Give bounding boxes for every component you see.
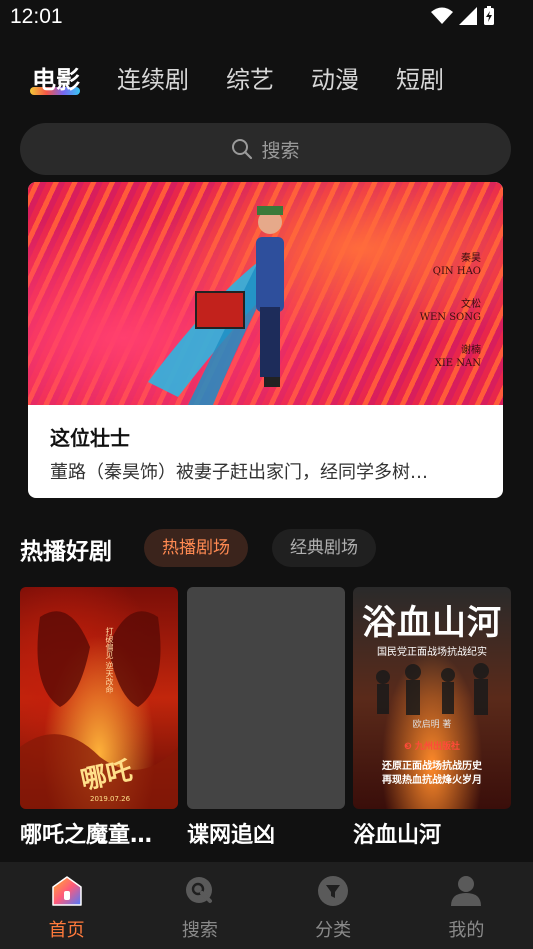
nav-label: 我的 — [448, 920, 485, 941]
status-icons — [431, 6, 495, 26]
nav-home[interactable]: 首页 — [0, 862, 133, 949]
nav-search[interactable]: 搜索 — [133, 862, 266, 949]
poster-publisher: ❸ 九州出版社 — [404, 742, 460, 752]
credit-name: QIN HAO — [432, 266, 481, 277]
poster-subtitle: 国民党正面战场抗战纪实 — [377, 647, 487, 658]
wifi-icon — [431, 7, 453, 24]
nav-label: 首页 — [48, 920, 85, 941]
profile-icon — [451, 876, 482, 906]
credit-name: XIE NAN — [434, 358, 481, 369]
poster-blurb: 还原正面战场抗战历史 — [382, 761, 482, 772]
poster-title: 浴血山河 — [362, 603, 502, 643]
banner-credits: 秦昊 QIN HAO 文松 WEN SONG 谢楠 XIE NAN — [420, 252, 481, 370]
drama-title: 浴血山河 — [353, 823, 442, 848]
credit-role: 谢楠 — [461, 345, 481, 356]
tab-anime[interactable]: 动漫 — [311, 60, 359, 95]
drama-title: 哪吒之魔童… — [20, 823, 153, 848]
tab-series[interactable]: 连续剧 — [117, 60, 189, 95]
nav-label: 分类 — [315, 920, 352, 941]
nav-label: 搜索 — [181, 920, 218, 941]
category-tabs: 电影 连续剧 综艺 动漫 短剧 — [30, 60, 481, 95]
signal-icon — [459, 7, 477, 25]
banner-title: 这位壮士 — [50, 426, 130, 450]
drama-title: 谍网追凶 — [187, 823, 276, 848]
status-time: 12:01 — [10, 5, 63, 28]
category-icon — [318, 876, 349, 906]
search-icon — [232, 139, 253, 160]
battery-icon — [484, 6, 494, 25]
poster-author: 欧启明 著 — [412, 720, 452, 730]
banner-poster: 秦昊 QIN HAO 文松 WEN SONG 谢楠 XIE NAN — [28, 182, 503, 405]
search-placeholder: 搜索 — [261, 139, 300, 162]
drama-poster: 打破偏见 逆天改命 哪吒 2019.07.26 — [20, 587, 178, 809]
tab-movie[interactable]: 电影 — [30, 60, 80, 95]
section-title: 热播好剧 — [20, 539, 112, 565]
drama-poster-placeholder — [187, 587, 345, 809]
chip-classic-theater[interactable]: 经典剧场 — [272, 529, 376, 567]
tab-label: 短剧 — [396, 66, 444, 94]
poster-date: 2019.07.26 — [90, 795, 131, 803]
nav-profile[interactable]: 我的 — [400, 862, 533, 949]
drama-card[interactable]: 打破偏见 逆天改命 哪吒 2019.07.26 哪吒之魔童… — [20, 587, 178, 849]
home-icon — [51, 876, 82, 906]
tab-label: 综艺 — [226, 66, 274, 94]
tab-variety[interactable]: 综艺 — [226, 60, 274, 95]
drama-poster: 浴血山河 国民党正面战场抗战纪实 欧启明 著 ❸ 九州出版社 还原正面战场抗战历… — [353, 587, 511, 809]
search-bar[interactable]: 搜索 — [20, 123, 511, 175]
bottom-nav: 首页 搜索 分类 我的 — [0, 862, 533, 949]
poster-blurb: 再现热血抗战烽火岁月 — [382, 775, 482, 786]
credit-role: 文松 — [461, 299, 481, 310]
drama-card[interactable]: 浴血山河 国民党正面战场抗战纪实 欧启明 著 ❸ 九州出版社 还原正面战场抗战历… — [353, 587, 511, 849]
featured-banner[interactable]: 秦昊 QIN HAO 文松 WEN SONG 谢楠 XIE NAN 这位壮士 董… — [28, 182, 503, 498]
tab-label: 连续剧 — [117, 66, 189, 94]
poster-side-text: 打破偏见 逆天改命 — [105, 627, 114, 694]
chip-hot-theater[interactable]: 热播剧场 — [144, 529, 248, 567]
drama-card[interactable]: 谍网追凶 — [187, 587, 345, 849]
tab-label: 动漫 — [311, 66, 359, 94]
banner-description: 董路（秦昊饰）被妻子赶出家门，经同学多树… — [50, 462, 428, 483]
search-icon — [185, 877, 212, 903]
tab-short-drama[interactable]: 短剧 — [396, 60, 444, 95]
nav-category[interactable]: 分类 — [267, 862, 400, 949]
tab-label: 电影 — [32, 66, 80, 94]
status-bar: 12:01 — [0, 0, 533, 34]
credit-name: WEN SONG — [419, 312, 481, 323]
credit-role: 秦昊 — [461, 253, 481, 264]
